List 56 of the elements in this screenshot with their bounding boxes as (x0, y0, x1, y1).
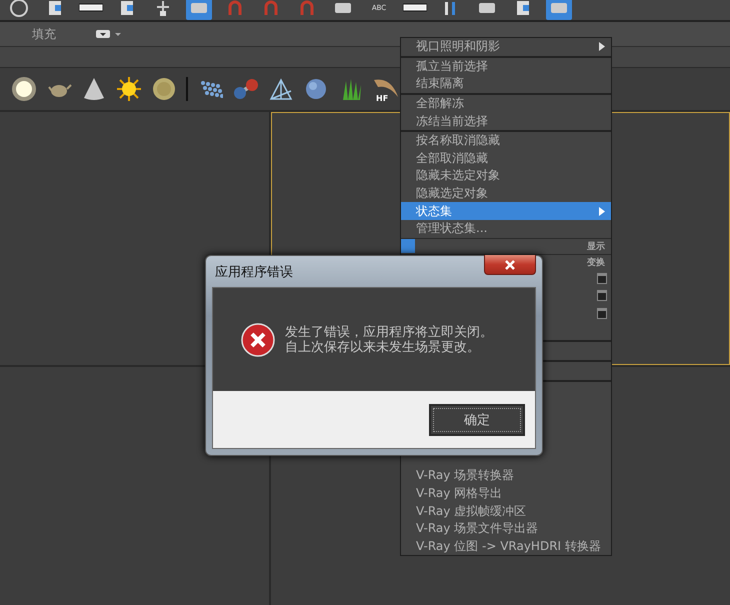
ribbon-tab[interactable]: 填充 (32, 26, 56, 42)
pyramid-icon (268, 77, 292, 101)
error-message: 自上次保存以来未发生场景更改。 (285, 340, 481, 354)
dialog-title: 应用程序错误 (214, 264, 293, 280)
tile-icon (550, 1, 568, 15)
cone-icon (82, 77, 104, 101)
document-icon (47, 0, 63, 17)
close-icon (504, 260, 516, 270)
document-icon (515, 0, 531, 17)
particles-icon (198, 79, 222, 99)
blob-icon (304, 77, 328, 101)
window-icon (597, 290, 607, 302)
viewport[interactable] (0, 367, 269, 605)
window-icon (597, 308, 607, 319)
menu-item[interactable]: 全部解冻 (401, 94, 611, 112)
molecule-icon (232, 78, 258, 100)
submenu-arrow-icon (599, 42, 605, 52)
menu-item[interactable]: V-Ray 网格导出 (401, 484, 611, 502)
node-icon (155, 0, 171, 17)
disc-icon (152, 77, 176, 101)
menu-item[interactable]: 结束隔离 (401, 75, 611, 93)
divider-icon (186, 77, 188, 101)
document-icon (119, 0, 135, 17)
menu-item[interactable]: 隐藏选定对象 (401, 184, 611, 202)
dropdown-icon[interactable] (96, 29, 122, 39)
close-button[interactable] (484, 255, 536, 275)
menu-section-header: 显示 (587, 240, 606, 253)
ok-button[interactable]: 确定 (429, 404, 525, 436)
field-icon (403, 3, 427, 13)
menu-item[interactable]: 冻结当前选择 (401, 112, 611, 130)
magnet-icon (263, 0, 279, 16)
menu-item[interactable]: V-Ray 场景转换器 (401, 467, 611, 485)
tile-icon (190, 1, 208, 15)
tile-icon (478, 1, 496, 15)
menu-item[interactable]: 孤立当前选择 (401, 58, 611, 76)
menu-item[interactable]: V-Ray 场景文件导出器 (401, 520, 611, 538)
menu-item[interactable]: 视口照明和阴影 (401, 38, 611, 56)
menu-item[interactable]: V-Ray 虚拟帧缓冲区 (401, 502, 611, 520)
magnet-icon (299, 0, 315, 16)
menu-item[interactable]: 状态集 (401, 202, 611, 220)
window-icon (597, 272, 607, 284)
submenu-arrow-icon (599, 206, 605, 216)
menu-item[interactable]: 按名称取消隐藏 (401, 132, 611, 150)
light-icon (10, 76, 36, 102)
error-icon (241, 322, 275, 356)
field-icon (79, 3, 103, 13)
tile-icon (334, 1, 352, 15)
menu-item[interactable]: 全部取消隐藏 (401, 150, 611, 168)
error-message: 发生了错误，应用程序将立即关闭。 (285, 324, 493, 340)
hair-icon-label: HF (376, 94, 388, 102)
magnet-icon (227, 0, 243, 16)
menu-section-header: 变换 (587, 256, 606, 269)
menu-item[interactable]: V-Ray 位图 -> VRayHDRI 转换器 (401, 537, 611, 555)
sun-icon (116, 76, 142, 102)
menu-item[interactable]: 管理状态集... (401, 220, 611, 238)
menu-item[interactable]: 隐藏未选定对象 (401, 167, 611, 185)
